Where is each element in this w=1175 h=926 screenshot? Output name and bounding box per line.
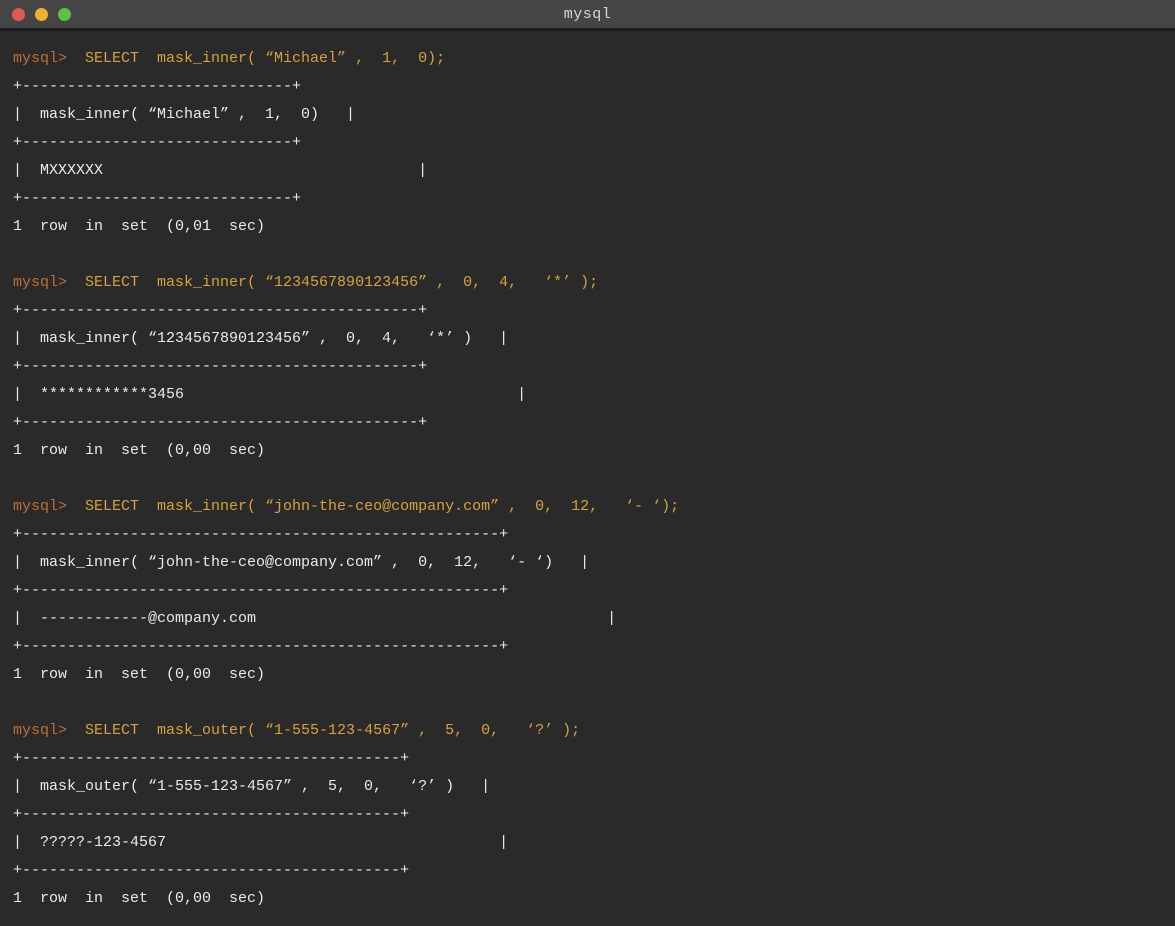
table-border-middle: +------------------------------+ [13, 129, 1175, 157]
table-header-row: | mask_inner( “1234567890123456” , 0, 4,… [13, 325, 1175, 353]
table-border-bottom: +---------------------------------------… [13, 633, 1175, 661]
table-border-middle: +---------------------------------------… [13, 353, 1175, 381]
table-border-middle: +---------------------------------------… [13, 577, 1175, 605]
table-result-row: | MXXXXXX | [13, 157, 1175, 185]
table-border-bottom: +------------------------------+ [13, 185, 1175, 213]
sql-query-text: SELECT mask_inner( “1234567890123456” , … [67, 274, 598, 291]
table-border-top: +------------------------------+ [13, 73, 1175, 101]
sql-query-text: SELECT mask_inner( “john-the-ceo@company… [67, 498, 679, 515]
table-header-row: | mask_outer( “1-555-123-4567” , 5, 0, ‘… [13, 773, 1175, 801]
mysql-prompt: mysql> [13, 498, 67, 515]
table-border-middle: +---------------------------------------… [13, 801, 1175, 829]
query-block-2: mysql> SELECT mask_inner( “1234567890123… [13, 269, 1175, 465]
rows-status-text: 1 row in set (0,00 sec) [13, 661, 1175, 689]
table-border-top: +---------------------------------------… [13, 297, 1175, 325]
prompt-line: mysql> SELECT mask_inner( “1234567890123… [13, 269, 1175, 297]
terminal-window: mysql mysql> SELECT mask_inner( “Michael… [0, 0, 1175, 926]
mysql-prompt: mysql> [13, 50, 67, 67]
table-border-bottom: +---------------------------------------… [13, 857, 1175, 885]
table-header-row: | mask_inner( “john-the-ceo@company.com”… [13, 549, 1175, 577]
table-border-top: +---------------------------------------… [13, 745, 1175, 773]
query-block-4: mysql> SELECT mask_outer( “1-555-123-456… [13, 717, 1175, 913]
prompt-line: mysql> SELECT mask_outer( “1-555-123-456… [13, 717, 1175, 745]
prompt-line: mysql> SELECT mask_inner( “john-the-ceo@… [13, 493, 1175, 521]
query-block-1: mysql> SELECT mask_inner( “Michael” , 1,… [13, 45, 1175, 241]
rows-status-text: 1 row in set (0,01 sec) [13, 213, 1175, 241]
mysql-prompt: mysql> [13, 722, 67, 739]
rows-status-text: 1 row in set (0,00 sec) [13, 885, 1175, 913]
table-header-row: | mask_inner( “Michael” , 1, 0) | [13, 101, 1175, 129]
sql-query-text: SELECT mask_inner( “Michael” , 1, 0); [67, 50, 445, 67]
terminal-output[interactable]: mysql> SELECT mask_inner( “Michael” , 1,… [0, 31, 1175, 926]
table-border-bottom: +---------------------------------------… [13, 409, 1175, 437]
table-result-row: | ------------@company.com | [13, 605, 1175, 633]
table-border-top: +---------------------------------------… [13, 521, 1175, 549]
sql-query-text: SELECT mask_outer( “1-555-123-4567” , 5,… [67, 722, 580, 739]
prompt-line: mysql> SELECT mask_inner( “Michael” , 1,… [13, 45, 1175, 73]
table-result-row: | ************3456 | [13, 381, 1175, 409]
window-titlebar: mysql [0, 0, 1175, 31]
table-result-row: | ?????-123-4567 | [13, 829, 1175, 857]
mysql-prompt: mysql> [13, 274, 67, 291]
query-block-3: mysql> SELECT mask_inner( “john-the-ceo@… [13, 493, 1175, 689]
rows-status-text: 1 row in set (0,00 sec) [13, 437, 1175, 465]
window-title: mysql [0, 6, 1175, 23]
